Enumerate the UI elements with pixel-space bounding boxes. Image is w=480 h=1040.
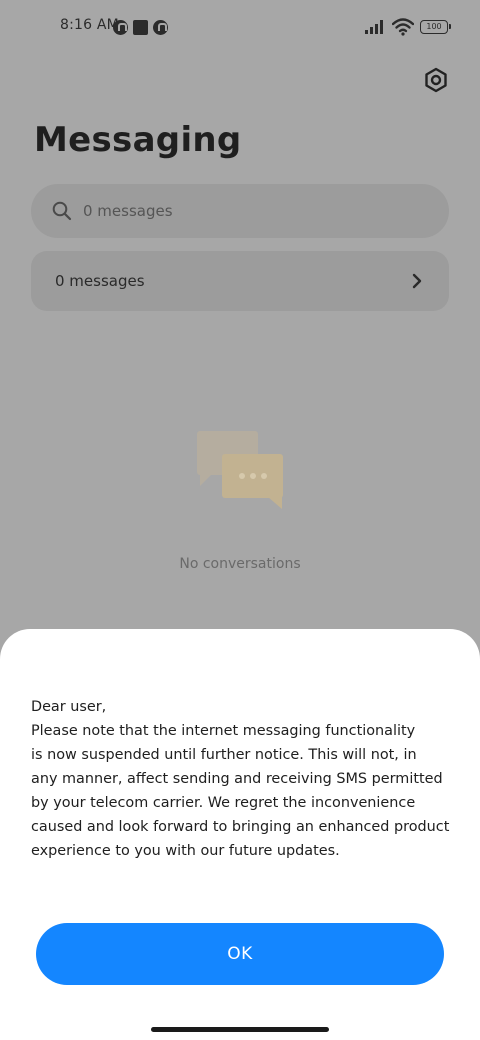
messages-row-label: 0 messages: [55, 272, 145, 290]
notification-icons: [113, 19, 168, 35]
chevron-right-icon: [409, 273, 425, 289]
empty-conversations-illustration: [197, 431, 283, 509]
dialog-line: any manner, affect sending and receiving…: [31, 771, 443, 787]
search-icon: [51, 200, 73, 222]
status-bar: 8:16 AM 100: [0, 0, 480, 56]
settings-button[interactable]: [420, 64, 452, 96]
wifi-icon: [392, 18, 414, 36]
dialog-line: experience to you with our future update…: [31, 843, 340, 859]
notification-app-icon: [153, 19, 168, 35]
notification-square-icon: [133, 19, 148, 35]
dialog-line: caused and look forward to bringing an e…: [31, 819, 450, 835]
system-icons: 100: [364, 16, 451, 38]
page-title: Messaging: [34, 120, 242, 160]
notice-dialog: Dear user, Please note that the internet…: [0, 629, 480, 1040]
home-indicator[interactable]: [151, 1027, 329, 1032]
search-bar[interactable]: [31, 184, 449, 238]
battery-icon: 100: [420, 20, 451, 34]
dialog-line: is now suspended until further notice. T…: [31, 747, 417, 763]
signal-icon: [365, 20, 383, 34]
dialog-line: Dear user,: [31, 699, 107, 715]
gear-icon: [425, 67, 447, 93]
dialog-line: Please note that the internet messaging …: [31, 723, 416, 739]
empty-state-text: No conversations: [179, 556, 301, 572]
status-time: 8:16 AM: [60, 17, 119, 33]
dialog-line: by your telecom carrier. We regret the i…: [31, 795, 416, 811]
notification-app-icon: [113, 19, 128, 35]
search-input[interactable]: [83, 202, 413, 220]
dialog-message: Dear user, Please note that the internet…: [31, 695, 456, 863]
ok-button[interactable]: OK: [36, 923, 444, 985]
messages-row[interactable]: 0 messages: [31, 251, 449, 311]
